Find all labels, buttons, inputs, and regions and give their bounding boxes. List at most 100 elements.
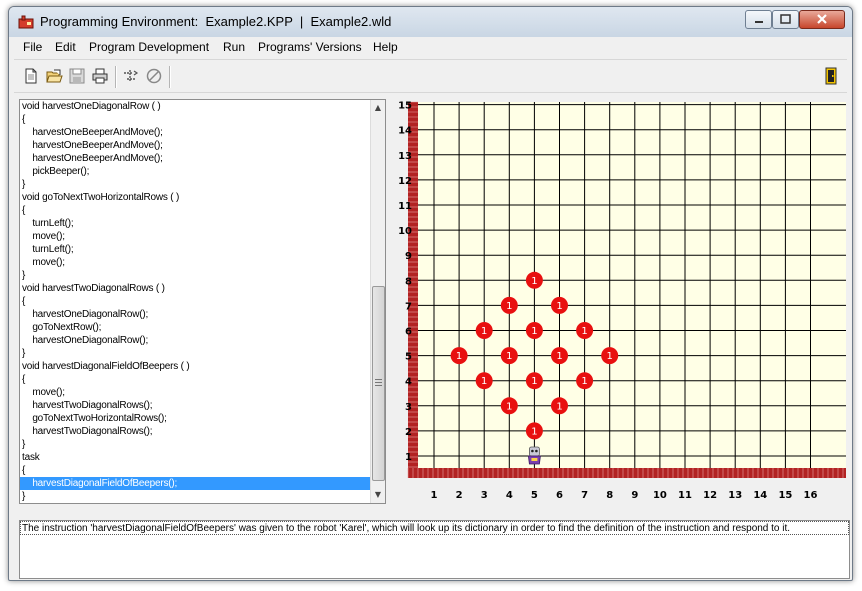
code-line[interactable]: pickBeeper(); xyxy=(20,165,370,178)
app-icon xyxy=(18,15,34,29)
street-label: 10 xyxy=(398,226,412,237)
beeper-count: 1 xyxy=(531,276,537,287)
beeper-count: 1 xyxy=(607,351,613,362)
code-line[interactable]: harvestDiagonalFieldOfBeepers(); xyxy=(20,477,370,490)
code-line[interactable]: move(); xyxy=(20,230,370,243)
code-line[interactable]: } xyxy=(20,490,370,503)
code-line[interactable]: task xyxy=(20,451,370,464)
scroll-up-icon[interactable]: ▲ xyxy=(371,101,385,115)
beeper-count: 1 xyxy=(531,426,537,437)
beeper-count: 1 xyxy=(531,326,537,337)
code-line[interactable]: { xyxy=(20,295,370,308)
code-line[interactable]: goToNextTwoHorizontalRows(); xyxy=(20,412,370,425)
street-label: 6 xyxy=(405,327,412,338)
beeper-count: 1 xyxy=(506,401,512,412)
code-line[interactable]: { xyxy=(20,204,370,217)
scroll-down-icon[interactable]: ▼ xyxy=(371,488,385,502)
open-folder-icon[interactable] xyxy=(45,67,63,85)
maximize-button[interactable] xyxy=(772,10,799,29)
robot-panel xyxy=(531,458,538,461)
menu-program-development[interactable]: Program Development xyxy=(89,40,209,54)
app-window: Programming Environment: Example2.KPP | … xyxy=(8,6,853,581)
code-line[interactable]: void harvestTwoDiagonalRows ( ) xyxy=(20,282,370,295)
code-line[interactable]: { xyxy=(20,113,370,126)
street-label: 1 xyxy=(405,452,412,463)
compile-icon[interactable] xyxy=(122,67,140,85)
street-label: 14 xyxy=(398,126,412,137)
code-line[interactable]: turnLeft(); xyxy=(20,217,370,230)
code-line[interactable]: harvestTwoDiagonalRows(); xyxy=(20,425,370,438)
menu-edit[interactable]: Edit xyxy=(55,40,76,54)
code-editor[interactable]: void harvestOneDiagonalRow ( ){ harvestO… xyxy=(19,99,386,504)
beeper-count: 1 xyxy=(556,401,562,412)
avenue-label: 2 xyxy=(456,490,463,501)
code-line[interactable]: } xyxy=(20,347,370,360)
avenue-label: 13 xyxy=(728,490,742,501)
beeper-count: 1 xyxy=(556,351,562,362)
avenue-label: 15 xyxy=(778,490,792,501)
robot-eye xyxy=(535,449,538,453)
save-icon[interactable] xyxy=(68,67,86,85)
maximize-icon xyxy=(780,14,791,24)
street-label: 15 xyxy=(398,101,412,112)
street-label: 11 xyxy=(398,201,412,212)
beeper-count: 1 xyxy=(506,351,512,362)
grip-line xyxy=(375,382,382,383)
code-line[interactable]: harvestTwoDiagonalRows(); xyxy=(20,399,370,412)
close-button[interactable] xyxy=(799,10,845,29)
close-icon xyxy=(817,14,827,24)
beeper-count: 1 xyxy=(581,326,587,337)
beeper-count: 1 xyxy=(481,326,487,337)
code-line[interactable]: harvestOneDiagonalRow(); xyxy=(20,334,370,347)
avenue-label: 3 xyxy=(481,490,488,501)
avenue-label: 6 xyxy=(556,490,563,501)
code-text[interactable]: void harvestOneDiagonalRow ( ){ harvestO… xyxy=(20,100,370,503)
code-line[interactable]: harvestOneBeeperAndMove(); xyxy=(20,126,370,139)
robot-head xyxy=(528,446,540,457)
print-icon[interactable] xyxy=(91,67,109,85)
title-bar[interactable]: Programming Environment: Example2.KPP | … xyxy=(9,7,852,37)
code-line[interactable]: move(); xyxy=(20,256,370,269)
avenue-label: 1 xyxy=(431,490,438,501)
menu-help[interactable]: Help xyxy=(373,40,398,54)
code-line[interactable]: move(); xyxy=(20,386,370,399)
editor-scrollbar[interactable]: ▲ ▼ xyxy=(370,100,385,503)
street-label: 12 xyxy=(398,176,412,187)
stop-icon[interactable] xyxy=(145,67,163,85)
avenue-label: 4 xyxy=(506,490,513,501)
avenue-label: 14 xyxy=(753,490,767,501)
scrollbar-thumb[interactable] xyxy=(372,286,385,481)
code-line[interactable]: } xyxy=(20,269,370,282)
avenue-label: 16 xyxy=(804,490,818,501)
street-label: 2 xyxy=(405,427,412,438)
robot-eye xyxy=(531,449,534,453)
message-panel: The instruction 'harvestDiagonalFieldOfB… xyxy=(19,520,850,579)
code-line[interactable]: harvestOneBeeperAndMove(); xyxy=(20,139,370,152)
avenue-label: 8 xyxy=(606,490,613,501)
code-line[interactable]: goToNextRow(); xyxy=(20,321,370,334)
new-file-icon[interactable] xyxy=(22,67,40,85)
minimize-button[interactable] xyxy=(745,10,772,29)
code-line[interactable]: turnLeft(); xyxy=(20,243,370,256)
toolbar-separator xyxy=(169,66,171,88)
code-line[interactable]: } xyxy=(20,438,370,451)
code-line[interactable]: { xyxy=(20,373,370,386)
street-label: 7 xyxy=(405,301,412,312)
beeper-count: 1 xyxy=(531,376,537,387)
avenue-label: 7 xyxy=(581,490,588,501)
code-line[interactable]: } xyxy=(20,178,370,191)
code-line[interactable]: void goToNextTwoHorizontalRows ( ) xyxy=(20,191,370,204)
code-line[interactable]: void harvestDiagonalFieldOfBeepers ( ) xyxy=(20,360,370,373)
exit-door-icon[interactable] xyxy=(822,67,840,85)
code-line[interactable]: harvestOneBeeperAndMove(); xyxy=(20,152,370,165)
beeper-count: 1 xyxy=(581,376,587,387)
code-line[interactable]: void harvestOneDiagonalRow ( ) xyxy=(20,100,370,113)
menu-run[interactable]: Run xyxy=(223,40,245,54)
code-line[interactable]: { xyxy=(20,464,370,477)
south-wall xyxy=(408,468,846,478)
menu-file[interactable]: File xyxy=(23,40,42,54)
street-label: 3 xyxy=(405,402,412,413)
avenue-label: 5 xyxy=(531,490,538,501)
code-line[interactable]: harvestOneDiagonalRow(); xyxy=(20,308,370,321)
menu-programs-versions[interactable]: Programs' Versions xyxy=(258,40,362,54)
